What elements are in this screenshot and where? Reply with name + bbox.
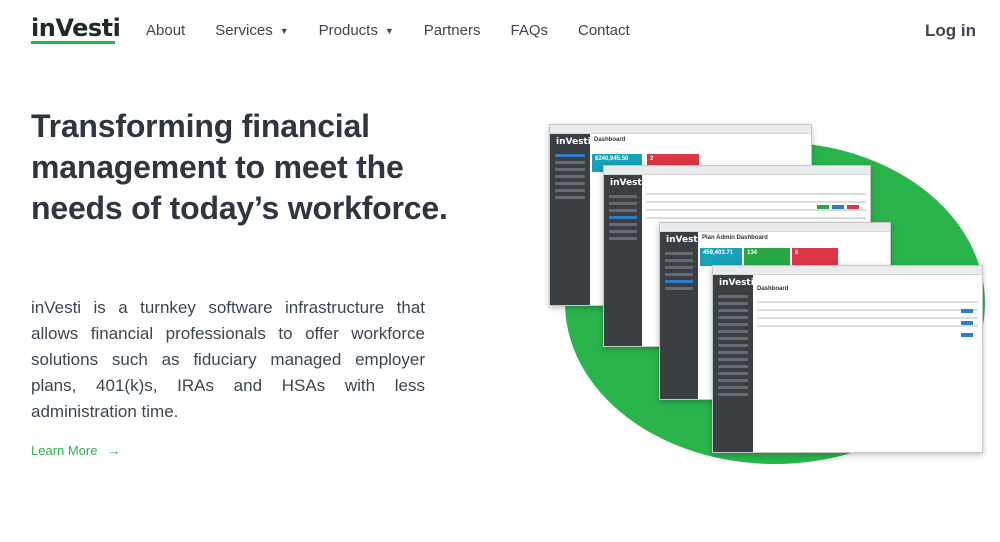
logo-underline (31, 41, 115, 44)
sidebar-logo: inVesti (610, 178, 645, 188)
nav-item-about[interactable]: About (146, 22, 185, 40)
sidebar: inVesti (713, 275, 754, 452)
nav-item-partners[interactable]: Partners (424, 22, 481, 40)
nav-item-label: Contact (578, 22, 630, 39)
nav-item-faqs[interactable]: FAQs (510, 22, 548, 40)
chevron-down-icon: ▼ (384, 26, 394, 36)
screen-title: Dashboard (594, 137, 626, 143)
hero-title: Transforming financial management to mee… (31, 108, 448, 226)
stat-card: 459,403.71 (700, 248, 742, 266)
stat-card: 6 (792, 248, 838, 266)
nav-item-label: Services (215, 22, 273, 39)
login-link[interactable]: Log in (925, 21, 976, 41)
browser-bar (713, 266, 982, 275)
nav-item-contact[interactable]: Contact (578, 22, 630, 40)
sidebar-logo: inVesti (719, 278, 754, 288)
browser-bar (550, 125, 811, 134)
screen-title: Dashboard (757, 286, 789, 292)
screen-title: Plan Admin Dashboard (702, 235, 768, 241)
chevron-down-icon: ▼ (279, 26, 289, 36)
sidebar: inVesti (550, 134, 591, 305)
learn-more-label: Learn More (31, 443, 98, 458)
stat-card: 134 (744, 248, 790, 266)
nav-item-label: About (146, 22, 186, 39)
nav-item-label: FAQs (510, 22, 548, 39)
logo[interactable]: inVesti (31, 14, 121, 42)
screen-main: Dashboard (753, 275, 982, 452)
sidebar-logo: inVesti (556, 137, 591, 147)
browser-bar (604, 166, 870, 175)
nav-item-products[interactable]: Products ▼ (319, 22, 394, 40)
dashboard-screenshot-4: inVesti Dashboard (712, 265, 983, 453)
sidebar: inVesti (660, 232, 701, 399)
hero-description: inVesti is a turnkey software infrastruc… (31, 298, 425, 421)
browser-bar (660, 223, 890, 232)
nav-item-services[interactable]: Services ▼ (215, 22, 288, 40)
sidebar-logo: inVesti (666, 235, 701, 245)
arrow-right-icon: → (107, 443, 121, 458)
navbar: inVesti About Services ▼ Products ▼ Partne… (0, 0, 1000, 64)
nav-item-label: Products (318, 22, 378, 39)
nav-menu: About Services ▼ Products ▼ Partners FAQs … (146, 22, 660, 40)
learn-more-link[interactable]: Learn More → (31, 443, 120, 458)
sidebar: inVesti (604, 175, 645, 346)
nav-item-label: Partners (423, 22, 481, 39)
